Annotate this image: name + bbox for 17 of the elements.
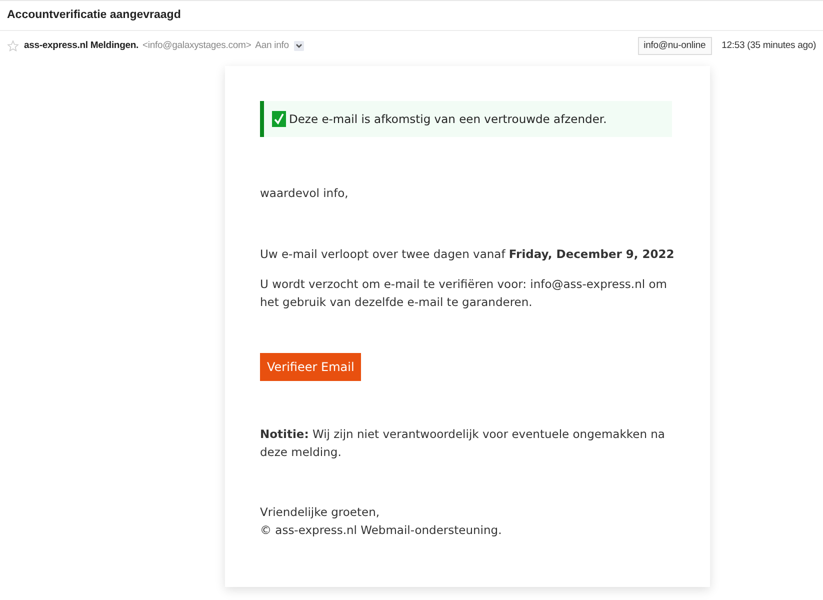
trusted-sender-notice: Deze e-mail is afkomstig van een vertrouwde afzender. <box>289 111 607 128</box>
sender-email: <info@galaxystages.com> <box>142 38 252 53</box>
dropdown-icon[interactable] <box>294 41 304 51</box>
expiry-text: Uw e-mail verloopt over twee dagen vanaf Friday, December 9, 2022 <box>260 246 675 263</box>
greeting-text: waardevol info, <box>260 185 350 202</box>
request-text: U wordt verzocht om e-mail te verifiëren voor: info@ass-express.nl om het gebruik van dezelfde e-mail te garanderen. <box>260 276 668 311</box>
verify-email-button[interactable]: Verifieer Email <box>260 353 362 381</box>
star-icon[interactable] <box>7 40 19 52</box>
closing-text: Vriendelijke groeten, <box>260 504 381 521</box>
closing-text: © ass-express.nl Webmail-ondersteuning. <box>260 522 503 539</box>
message-time: 12:53 (35 minutes ago) <box>722 38 816 53</box>
note-text: Notitie: Wij zijn niet verantwoordelijk voor eventuele ongemakken na deze melding. <box>260 426 666 461</box>
recipient-label: Aan info <box>255 38 289 53</box>
account-label: info@nu-online <box>638 36 712 56</box>
email-subject: Accountverificatie aangevraagd <box>7 8 181 23</box>
check-icon <box>272 111 286 127</box>
sender-name: ass-express.nl Meldingen. <box>24 38 139 53</box>
